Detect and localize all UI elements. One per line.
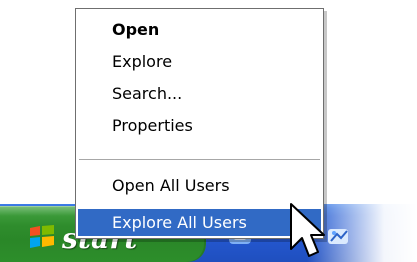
menu-item-open[interactable]: Open	[112, 20, 316, 40]
menu-item-search[interactable]: Search...	[112, 84, 316, 104]
menu-item-properties[interactable]: Properties	[112, 116, 316, 136]
menu-separator	[79, 159, 320, 163]
menu-item-explore[interactable]: Explore	[112, 52, 316, 72]
tray-app-icon[interactable]	[326, 226, 352, 248]
menu-item-explore-all-users[interactable]: Explore All Users	[78, 209, 321, 236]
mouse-pointer-icon	[290, 203, 325, 257]
windows-logo-icon	[30, 225, 54, 248]
menu-item-open-all-users[interactable]: Open All Users	[112, 176, 316, 196]
